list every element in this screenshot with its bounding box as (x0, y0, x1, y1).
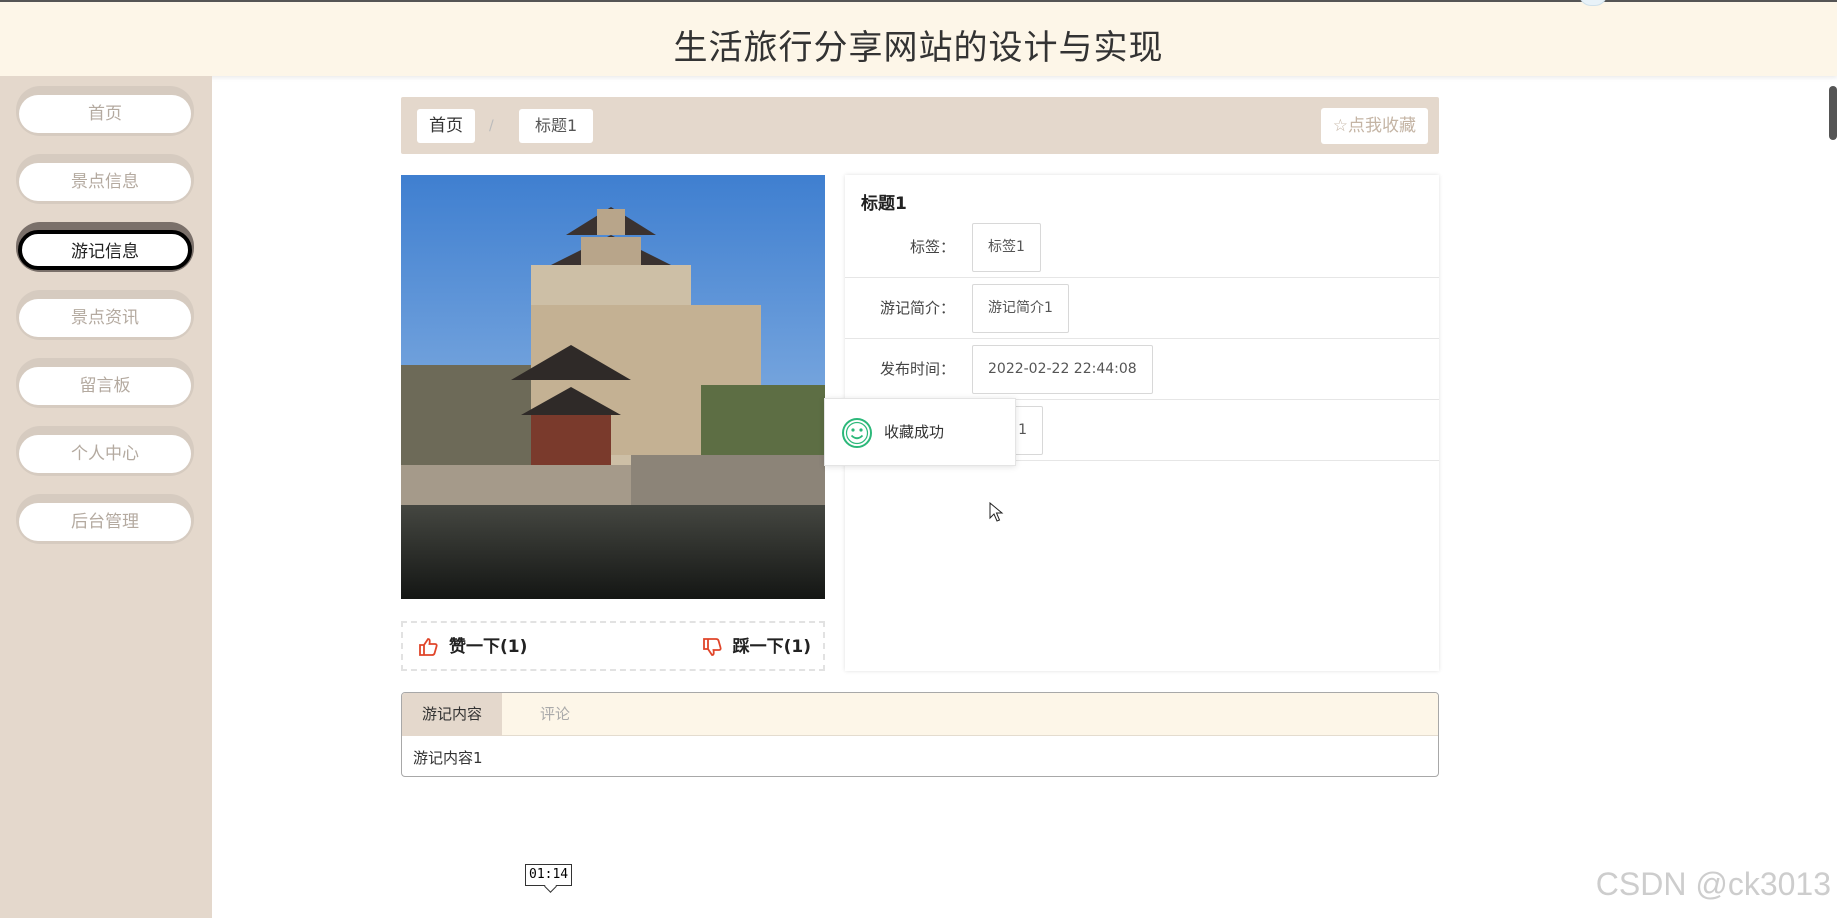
sidebar-item-message-board[interactable]: 留言板 (16, 358, 194, 408)
site-title: 生活旅行分享网站的设计与实现 (673, 28, 1164, 68)
watermark: CSDN @ck3013 (1595, 866, 1831, 902)
sidebar-item-attractions[interactable]: 景点信息 (16, 154, 194, 204)
sidebar-item-profile[interactable]: 个人中心 (16, 426, 194, 476)
travelogue-photo (401, 175, 825, 599)
info-row-publish-time: 发布时间： 2022-02-22 22:44:08 (845, 339, 1439, 400)
smile-icon (842, 418, 872, 448)
sidebar-item-label: 留言板 (19, 367, 191, 405)
summary-value: 游记简介1 (972, 284, 1069, 333)
breadcrumb-current: 标题1 (519, 109, 594, 143)
tab-comments[interactable]: 评论 (520, 693, 590, 736)
tags-value: 标签1 (972, 223, 1041, 272)
top-edge-avatar (1579, 0, 1607, 6)
sidebar-item-label: 景点资讯 (19, 299, 191, 337)
sidebar-item-label: 游记信息 (18, 230, 192, 270)
breadcrumb-home-link[interactable]: 首页 (417, 109, 475, 143)
tabs-header: 游记内容 评论 (402, 693, 1438, 736)
travelogue-title: 标题1 (861, 194, 907, 214)
dislike-button[interactable]: 踩一下(1) (701, 636, 811, 658)
like-label: 赞一下(1) (449, 637, 528, 657)
sidebar-item-admin[interactable]: 后台管理 (16, 494, 194, 544)
publish-time-value: 2022-02-22 22:44:08 (972, 345, 1153, 394)
sidebar: 首页 景点信息 游记信息 景点资讯 留言板 个人中心 后台管理 (0, 76, 212, 918)
video-time-badge: 01:14 (525, 864, 573, 886)
success-toast: 收藏成功 (824, 398, 1016, 466)
tab-content-text: 游记内容1 (413, 749, 483, 767)
thumbs-up-icon (419, 638, 438, 656)
mouse-cursor-icon (989, 502, 1004, 522)
publish-time-label: 发布时间： (879, 360, 955, 378)
sidebar-item-travelogues[interactable]: 游记信息 (16, 222, 194, 272)
info-row-summary: 游记简介： 游记简介1 (845, 278, 1439, 339)
sidebar-item-label: 个人中心 (19, 435, 191, 473)
dislike-label: 踩一下(1) (732, 637, 811, 657)
vote-bar: 赞一下(1) 踩一下(1) (401, 621, 825, 671)
sidebar-item-home[interactable]: 首页 (16, 86, 194, 136)
thumbs-down-icon (702, 638, 722, 656)
sidebar-item-news[interactable]: 景点资讯 (16, 290, 194, 340)
page-scrollbar[interactable] (1829, 86, 1837, 140)
star-outline-icon: ☆ (1332, 116, 1348, 136)
content-tabs: 游记内容 评论 游记内容1 (401, 692, 1439, 777)
sidebar-item-label: 景点信息 (19, 163, 191, 201)
toast-message: 收藏成功 (884, 423, 945, 441)
breadcrumb: 首页 / 标题1 ☆点我收藏 (401, 97, 1439, 154)
info-row-tags: 标签： 标签1 (845, 217, 1439, 278)
like-button[interactable]: 赞一下(1) (417, 636, 527, 658)
tab-travelogue-content[interactable]: 游记内容 (402, 693, 503, 736)
site-header: 生活旅行分享网站的设计与实现 (0, 0, 1837, 76)
summary-label: 游记简介： (879, 299, 955, 317)
sidebar-item-label: 首页 (19, 95, 191, 133)
tags-label: 标签： (909, 238, 955, 256)
breadcrumb-separator: / (489, 118, 494, 134)
sidebar-item-label: 后台管理 (19, 503, 191, 541)
favorite-button-label: 点我收藏 (1348, 116, 1416, 136)
favorite-button[interactable]: ☆点我收藏 (1320, 108, 1428, 144)
